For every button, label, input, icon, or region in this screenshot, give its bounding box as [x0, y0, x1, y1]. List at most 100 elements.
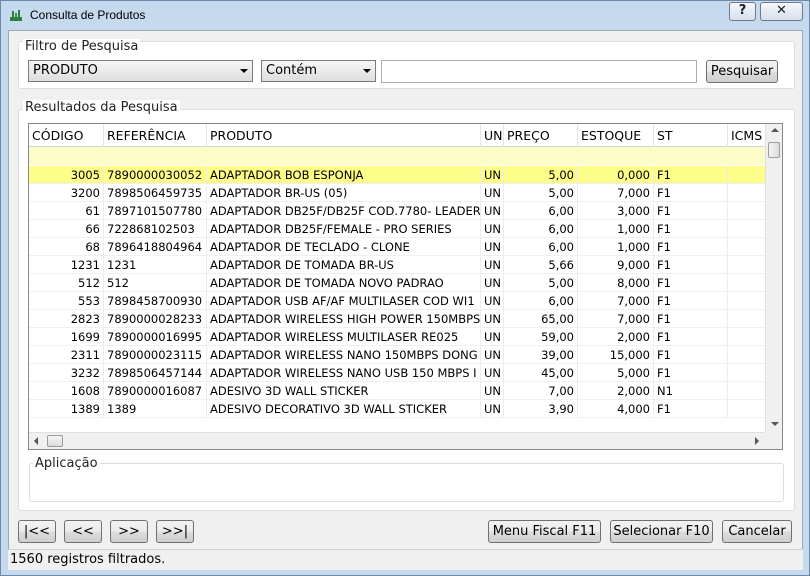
search-input[interactable] — [381, 60, 697, 83]
table-row[interactable]: 2311 7890000023115 ADAPTADOR WIRELESS NANO… — [29, 346, 768, 364]
cell-estoque: 2,000 — [578, 328, 654, 346]
cell-estoque: 9,000 — [578, 256, 654, 274]
menu-fiscal-button[interactable]: Menu Fiscal F11 — [488, 520, 601, 543]
scroll-right-icon[interactable] — [755, 437, 759, 445]
chevron-down-icon — [363, 69, 371, 73]
table-row[interactable]: 512 512 ADAPTADOR DE TOMADA NOVO PADRAO UN 5… — [29, 274, 768, 292]
cell-referencia: 7897101507780 — [104, 202, 207, 220]
scroll-corner — [765, 432, 782, 449]
cell-st: F1 — [654, 166, 728, 184]
cancelar-button[interactable]: Cancelar — [722, 520, 792, 543]
cell-produto: ADAPTADOR DB25F/DB25F COD.7780- LEADER — [207, 202, 481, 220]
column-header-un[interactable]: UN — [481, 124, 504, 147]
vertical-scrollbar[interactable] — [765, 124, 782, 434]
cell-referencia: 1389 — [104, 400, 207, 418]
cell-codigo: 512 — [29, 274, 104, 292]
table-row[interactable]: 1231 1231 ADAPTADOR DE TOMADA BR-US UN 5,66 9… — [29, 256, 768, 274]
cell-estoque: 15,000 — [578, 346, 654, 364]
cell-st: F1 — [654, 292, 728, 310]
column-header-estoque[interactable]: ESTOQUE — [578, 124, 654, 147]
cell-referencia: 7896418804964 — [104, 238, 207, 256]
table-filter-row[interactable] — [29, 147, 766, 165]
cell-preco: 5,66 — [504, 256, 578, 274]
cell-un: UN — [481, 292, 504, 310]
last-page-button[interactable]: >>| — [156, 520, 194, 543]
consulta-produtos-window: Consulta de Produtos ? ✕ Filtro de Pesqu… — [0, 0, 810, 576]
scroll-left-icon[interactable] — [34, 437, 38, 445]
cell-preco: 39,00 — [504, 346, 578, 364]
table-row[interactable]: 553 7898458700930 ADAPTADOR USB AF/AF MULT… — [29, 292, 768, 310]
operator-select[interactable]: Contém — [261, 60, 376, 82]
filter-group-title: Filtro de Pesquisa — [23, 39, 141, 54]
search-button[interactable]: Pesquisar — [706, 60, 778, 83]
cell-un: UN — [481, 184, 504, 202]
column-header-preco[interactable]: PREÇO — [504, 124, 578, 147]
cell-icms — [728, 220, 768, 238]
cell-codigo: 1699 — [29, 328, 104, 346]
vertical-scroll-thumb[interactable] — [768, 142, 780, 158]
cell-un: UN — [481, 310, 504, 328]
table-header: CÓDIGO REFERÊNCIA PRODUTO UN PREÇO ESTOQ… — [29, 124, 768, 147]
cell-icms — [728, 238, 768, 256]
cell-estoque: 8,000 — [578, 274, 654, 292]
results-table: CÓDIGO REFERÊNCIA PRODUTO UN PREÇO ESTOQ… — [28, 123, 783, 450]
next-page-button[interactable]: >> — [110, 520, 148, 543]
cell-codigo: 3005 — [29, 166, 104, 184]
cell-produto: ADAPTADOR DB25F/FEMALE - PRO SERIES — [207, 220, 481, 238]
column-header-codigo[interactable]: CÓDIGO — [29, 124, 104, 147]
cell-estoque: 7,000 — [578, 292, 654, 310]
table-row[interactable]: 1699 7890000016995 ADAPTADOR WIRELESS MULT… — [29, 328, 768, 346]
cell-referencia: 7890000028233 — [104, 310, 207, 328]
scroll-down-icon[interactable] — [771, 422, 779, 426]
cell-referencia: 7898506457144 — [104, 364, 207, 382]
cell-un: UN — [481, 328, 504, 346]
first-page-button[interactable]: |<< — [18, 520, 56, 543]
table-row[interactable]: 68 7896418804964 ADAPTADOR DE TECLADO - CL… — [29, 238, 768, 256]
cell-icms — [728, 292, 768, 310]
scroll-up-icon[interactable] — [771, 128, 779, 132]
table-row[interactable]: 3232 7898506457144 ADAPTADOR WIRELESS NANO… — [29, 364, 768, 382]
cell-st: N1 — [654, 382, 728, 400]
column-header-icms[interactable]: ICMS — [728, 124, 768, 147]
cell-codigo: 1608 — [29, 382, 104, 400]
window-title: Consulta de Produtos — [30, 8, 146, 22]
table-row[interactable]: 61 7897101507780 ADAPTADOR DB25F/DB25F COD… — [29, 202, 768, 220]
cell-icms — [728, 310, 768, 328]
cell-produto: ADESIVO 3D WALL STICKER — [207, 382, 481, 400]
cell-referencia: 7898458700930 — [104, 292, 207, 310]
cell-estoque: 3,000 — [578, 202, 654, 220]
results-group-title: Resultados da Pesquisa — [23, 100, 180, 115]
cell-preco: 6,00 — [504, 292, 578, 310]
close-button[interactable]: ✕ — [760, 2, 803, 21]
cell-preco: 3,90 — [504, 400, 578, 418]
cell-preco: 59,00 — [504, 328, 578, 346]
horizontal-scrollbar[interactable] — [29, 432, 766, 449]
table-row[interactable]: 1608 7890000016087 ADESIVO 3D WALL STICKER… — [29, 382, 768, 400]
table-row[interactable]: 66 722868102503 ADAPTADOR DB25F/FEMALE - P… — [29, 220, 768, 238]
table-row[interactable]: 1389 1389 ADESIVO DECORATIVO 3D WALL STICK… — [29, 400, 768, 418]
selecionar-button[interactable]: Selecionar F10 — [610, 520, 713, 543]
cell-produto: ADAPTADOR WIRELESS NANO USB 150 MBPS I — [207, 364, 481, 382]
table-row[interactable]: 3005 7890000030052 ADAPTADOR BOB ESPONJA UN… — [29, 166, 768, 184]
cell-codigo: 3200 — [29, 184, 104, 202]
column-header-produto[interactable]: PRODUTO — [207, 124, 481, 147]
field-select-value: PRODUTO — [33, 63, 98, 78]
cell-codigo: 3232 — [29, 364, 104, 382]
table-row[interactable]: 3200 7898506459735 ADAPTADOR BR-US (05) UN 5… — [29, 184, 768, 202]
cell-preco: 6,00 — [504, 238, 578, 256]
cell-st: F1 — [654, 346, 728, 364]
previous-page-button[interactable]: << — [64, 520, 102, 543]
cell-un: UN — [481, 382, 504, 400]
cell-produto: ADESIVO DECORATIVO 3D WALL STICKER — [207, 400, 481, 418]
chevron-down-icon — [240, 69, 248, 73]
help-button[interactable]: ? — [729, 2, 756, 21]
cell-estoque: 2,000 — [578, 382, 654, 400]
cell-preco: 5,00 — [504, 184, 578, 202]
table-row[interactable]: 2823 7890000028233 ADAPTADOR WIRELESS HIGH… — [29, 310, 768, 328]
cell-codigo: 1389 — [29, 400, 104, 418]
column-header-st[interactable]: ST — [654, 124, 728, 147]
column-header-referencia[interactable]: REFERÊNCIA — [104, 124, 207, 147]
horizontal-scroll-thumb[interactable] — [47, 435, 63, 447]
field-select[interactable]: PRODUTO — [28, 60, 253, 82]
cell-estoque: 7,000 — [578, 184, 654, 202]
